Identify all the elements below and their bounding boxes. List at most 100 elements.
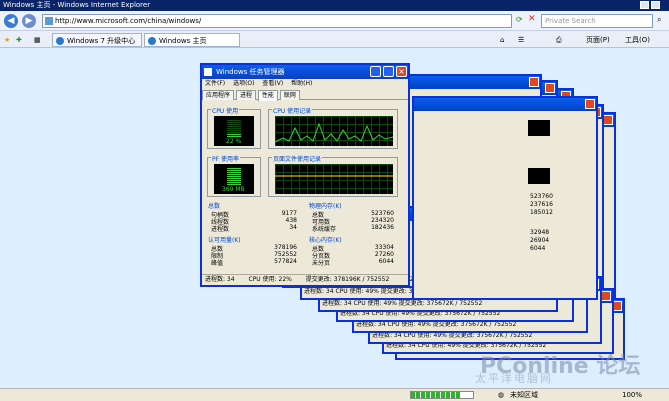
tab-networking[interactable]: 联网 xyxy=(279,90,300,100)
task-manager-window[interactable]: Windows 任务管理器 × 文件(F) 选项(O) 查看(V) 帮助(H) … xyxy=(200,63,410,287)
row-label: 进程数 xyxy=(211,226,230,233)
browser-title: Windows 主页 - Windows Internet Explorer xyxy=(3,1,151,9)
pf-usage-label: PF 使用率 xyxy=(211,154,240,163)
pf-gauge: 369 MB xyxy=(214,164,254,194)
cpu-gauge: 22 % xyxy=(214,116,254,146)
row-value: 234320 xyxy=(371,217,394,224)
pf-history-graph xyxy=(275,164,393,194)
cascaded-value: 6044 xyxy=(530,245,546,252)
pf-usage-panel: PF 使用率 369 MB xyxy=(207,154,261,197)
ie-favicon-icon xyxy=(148,37,156,45)
tab-label: Windows 主页 xyxy=(159,37,207,45)
pf-gauge-bars xyxy=(227,168,241,186)
minimize-icon[interactable] xyxy=(640,1,649,9)
close-icon xyxy=(603,115,613,125)
tab-strip: 应用程序 进程 性能 联网 xyxy=(202,89,408,101)
tools-menu[interactable]: 工具(O) xyxy=(625,33,650,47)
browser-title-bar: Windows 主页 - Windows Internet Explorer xyxy=(0,0,669,11)
cpu-history-label: CPU 使用记录 xyxy=(272,106,313,115)
pf-history-line xyxy=(275,175,393,177)
browser-status-bar: ◍ 未知区域 100% xyxy=(0,388,669,401)
kernel-row: 未分页 6044 xyxy=(312,258,394,267)
menu-bar: 文件(F) 选项(O) 查看(V) 帮助(H) xyxy=(202,79,408,89)
close-icon xyxy=(585,99,595,109)
commit-row: 峰值 577824 xyxy=(211,258,297,267)
zoom-level[interactable]: 100% xyxy=(622,389,642,401)
close-icon xyxy=(545,83,555,93)
close-button[interactable]: × xyxy=(396,66,407,77)
task-manager-status-bar: 进程数: 34 CPU 使用: 22% 提交更改: 378196K / 7525… xyxy=(202,274,408,285)
cascaded-value: 32948 xyxy=(530,229,550,236)
cascaded-task-manager-window: 523760 237616 185012 32948 26904 6044 xyxy=(412,96,598,300)
add-favorites-icon[interactable]: ✚ xyxy=(16,33,22,47)
search-input[interactable]: Private Search xyxy=(541,14,653,28)
tab-performance[interactable]: 性能 xyxy=(257,90,278,101)
address-text: http://www.microsoft.com/china/windows/ xyxy=(55,17,202,25)
cpu-gauge-value: 22 % xyxy=(226,138,242,145)
row-value: 9177 xyxy=(281,210,297,217)
row-value: 182436 xyxy=(371,224,394,231)
cascaded-value: 185012 xyxy=(530,209,553,216)
cpu-history-line xyxy=(274,122,394,143)
search-icon[interactable]: ⌕ xyxy=(657,15,661,25)
status-commit: 提交更改: 378196K / 752552 xyxy=(305,276,390,283)
address-field[interactable]: http://www.microsoft.com/china/windows/ xyxy=(42,14,512,28)
forward-button[interactable]: ▶ xyxy=(22,14,36,28)
minimize-button[interactable] xyxy=(370,66,381,77)
address-bar-row: ◀ ▶ http://www.microsoft.com/china/windo… xyxy=(0,11,669,31)
cpu-history-panel: CPU 使用记录 xyxy=(268,106,398,149)
cpu-gauge-idle-bars xyxy=(227,120,241,134)
status-processes: 进程数: 34 xyxy=(205,276,235,283)
menu-file[interactable]: 文件(F) xyxy=(205,80,225,87)
page-menu[interactable]: 页面(P) xyxy=(586,33,610,47)
maximize-button[interactable] xyxy=(383,66,394,77)
print-icon[interactable]: ⎙ xyxy=(556,33,562,47)
tab-windows-home[interactable]: Windows 主页 xyxy=(144,33,240,47)
cascaded-status-text: 进程数: 34 CPU 使用: 49% 提交更改: 375672K / 7525… xyxy=(322,300,483,307)
row-value: 33304 xyxy=(374,244,394,251)
tab-applications[interactable]: 应用程序 xyxy=(202,90,235,100)
cascaded-title-bar xyxy=(414,98,596,111)
menu-options[interactable]: 选项(O) xyxy=(233,80,254,87)
progress-fill xyxy=(411,392,461,398)
pf-history-label: 页面文件使用记录 xyxy=(272,154,323,163)
favorites-star-icon[interactable]: ★ xyxy=(4,33,10,47)
window-title: Windows 任务管理器 xyxy=(216,68,285,76)
row-label: 未分页 xyxy=(312,260,331,267)
task-manager-title-bar[interactable]: Windows 任务管理器 × xyxy=(202,65,408,79)
totals-group: 总数 句柄数 9177 线程数 438 进程数 34 xyxy=(207,201,299,233)
cascaded-value: 523760 xyxy=(530,193,553,200)
row-value: 523760 xyxy=(371,210,394,217)
zone-text: 未知区域 xyxy=(510,391,538,399)
tab-upgrade-center[interactable]: Windows 7 升级中心 xyxy=(52,33,142,47)
cpu-usage-label: CPU 使用 xyxy=(211,106,240,115)
row-value: 752552 xyxy=(274,251,297,258)
physical-title: 物理内存(K) xyxy=(308,201,343,210)
loading-progress-bar xyxy=(410,391,474,399)
back-button[interactable]: ◀ xyxy=(4,14,18,28)
maximize-icon[interactable] xyxy=(651,1,660,9)
row-value: 27260 xyxy=(374,251,394,258)
stop-icon[interactable]: ✕ xyxy=(528,14,536,24)
cpu-history-graph xyxy=(274,116,394,146)
row-value: 438 xyxy=(285,217,297,224)
pf-gauge-value: 369 MB xyxy=(222,186,245,193)
watermark-sub: 太平洋电脑网 xyxy=(475,372,553,385)
menu-view[interactable]: 查看(V) xyxy=(262,80,283,87)
feeds-icon[interactable]: ☰ xyxy=(518,33,524,47)
row-value: 378196 xyxy=(274,244,297,251)
row-value: 34 xyxy=(289,224,297,231)
totals-title: 总数 xyxy=(207,201,222,210)
status-cpu: CPU 使用: 22% xyxy=(248,276,292,283)
tab-processes[interactable]: 进程 xyxy=(235,90,256,100)
menu-help[interactable]: 帮助(H) xyxy=(291,80,312,87)
home-icon[interactable]: ⌂ xyxy=(500,33,504,47)
kernel-memory-group: 核心内存(K) 总数 33304 分页数 27260 未分页 6044 xyxy=(308,235,396,267)
cpu-usage-panel: CPU 使用 22 % xyxy=(207,106,261,149)
close-icon xyxy=(529,77,539,87)
ie-favicon-icon xyxy=(56,37,64,45)
browser-tab-row: ★ ✚ ▦ Windows 7 升级中心 Windows 主页 ⌂ ☰ ⎙ 页面… xyxy=(0,31,669,48)
refresh-icon[interactable]: ⟳ xyxy=(516,15,523,24)
cascaded-cpu-gauge xyxy=(528,120,550,136)
tab-list-icon[interactable]: ▦ xyxy=(34,33,41,47)
